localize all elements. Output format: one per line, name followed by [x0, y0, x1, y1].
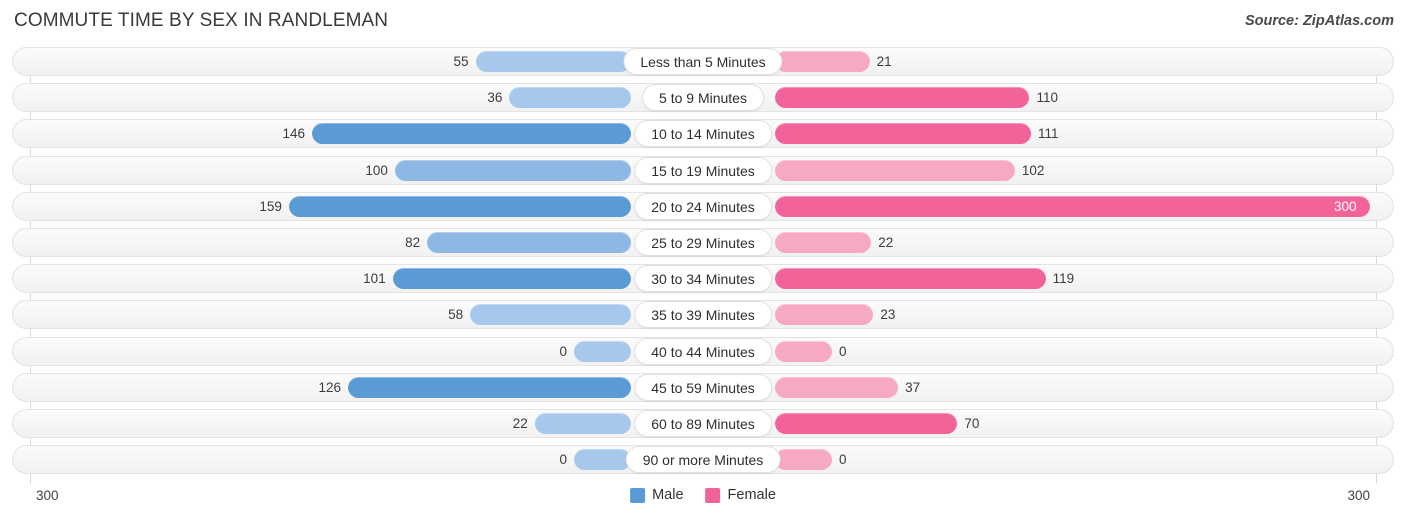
chart-header: COMMUTE TIME BY SEX IN RANDLEMAN Source:…: [0, 0, 1406, 44]
value-label-male: 100: [365, 162, 388, 178]
bar-male: [348, 376, 631, 398]
category-label: 60 to 89 Minutes: [634, 409, 772, 437]
value-label-male: 82: [405, 234, 421, 250]
category-label: 10 to 14 Minutes: [634, 120, 772, 148]
table-row: 82 22 25 to 29 Minutes: [0, 225, 1406, 261]
table-row: 126 37 45 to 59 Minutes: [0, 370, 1406, 406]
value-label-female: 102: [1021, 162, 1045, 178]
legend-swatch-icon: [705, 487, 721, 503]
table-row: 55 21 Less than 5 Minutes: [0, 44, 1406, 80]
value-label-female: 37: [905, 379, 921, 395]
category-label: 40 to 44 Minutes: [634, 337, 772, 365]
bar-female: [775, 123, 1032, 145]
bar-male: [288, 195, 631, 217]
bar-male: [470, 304, 631, 326]
value-label-female: 0: [839, 343, 847, 359]
table-row: 146 111 10 to 14 Minutes: [0, 116, 1406, 152]
bar-female: [775, 51, 870, 72]
axis-max-right: 300: [1347, 488, 1370, 503]
bar-male: [394, 159, 631, 181]
value-label-female: 21: [876, 54, 892, 69]
table-row: 36 110 5 to 9 Minutes: [0, 80, 1406, 116]
axis-max-left: 300: [36, 488, 59, 503]
value-label-male: 22: [512, 415, 528, 431]
bar-female: [775, 87, 1030, 109]
value-label-female: 119: [1052, 271, 1075, 287]
bar-male: [311, 123, 631, 145]
legend-swatch-icon: [630, 487, 646, 503]
bar-rows-container: 55 21 Less than 5 Minutes 36 110 5 to 9 Minut…: [0, 44, 1406, 478]
value-label-male: 0: [559, 452, 567, 468]
chart-legend: Male Female: [630, 487, 776, 503]
table-row: 58 23 35 to 39 Minutes: [0, 297, 1406, 333]
table-row: 22 70 60 to 89 Minutes: [0, 406, 1406, 442]
value-label-female: 0: [839, 452, 847, 468]
bar-male: [534, 412, 631, 434]
legend-label: Male: [652, 487, 684, 503]
value-label-male: 36: [487, 90, 503, 106]
value-label-male: 126: [318, 379, 342, 395]
category-label: 25 to 29 Minutes: [634, 228, 772, 256]
value-label-male: 0: [559, 343, 567, 359]
bar-male: [427, 231, 631, 253]
category-label: 30 to 34 Minutes: [634, 265, 772, 293]
value-label-male: 146: [282, 126, 305, 142]
category-label: 15 to 19 Minutes: [634, 156, 772, 184]
category-label: 5 to 9 Minutes: [642, 84, 764, 112]
bar-female: [775, 195, 1370, 217]
value-label-male: 101: [363, 271, 386, 287]
table-row: 0 0 40 to 44 Minutes: [0, 334, 1406, 370]
bar-female: [775, 159, 1015, 181]
category-label: 90 or more Minutes: [625, 446, 781, 474]
value-label-male: 159: [259, 198, 282, 214]
legend-item[interactable]: Female: [705, 487, 776, 503]
value-label-female: 300: [1334, 198, 1357, 214]
category-label: 45 to 59 Minutes: [634, 373, 772, 401]
table-row: 159 300 20 to 24 Minutes: [0, 189, 1406, 225]
page-title: COMMUTE TIME BY SEX IN RANDLEMAN: [14, 10, 389, 31]
bar-male: [574, 449, 631, 471]
table-row: 0 0 90 or more Minutes: [0, 442, 1406, 478]
value-label-male: 58: [448, 307, 464, 323]
legend-label: Female: [727, 487, 776, 503]
bar-female: [775, 231, 872, 253]
category-label: Less than 5 Minutes: [623, 48, 783, 75]
bar-male: [392, 268, 631, 290]
bar-female: [775, 340, 832, 362]
value-label-female: 23: [880, 307, 896, 323]
category-label: 35 to 39 Minutes: [634, 301, 772, 329]
bar-male: [574, 340, 631, 362]
bar-female: [775, 304, 874, 326]
table-row: 101 119 30 to 34 Minutes: [0, 261, 1406, 297]
source-attribution: Source: ZipAtlas.com: [1244, 13, 1394, 29]
bar-female: [775, 412, 958, 434]
legend-item[interactable]: Male: [630, 487, 684, 503]
value-label-male: 55: [453, 54, 469, 69]
bar-male: [475, 51, 631, 72]
bar-female: [775, 268, 1046, 290]
chart-plot-area: 55 21 Less than 5 Minutes 36 110 5 to 9 Minut…: [0, 44, 1406, 484]
table-row: 100 102 15 to 19 Minutes: [0, 153, 1406, 189]
category-label: 20 to 24 Minutes: [634, 192, 772, 220]
value-label-female: 110: [1036, 90, 1058, 106]
bar-female: [775, 376, 899, 398]
chart-footer: 300 300 Male Female: [0, 484, 1406, 523]
bar-male: [509, 87, 631, 109]
value-label-female: 22: [878, 234, 894, 250]
value-label-female: 111: [1038, 126, 1059, 142]
bar-female: [775, 449, 832, 471]
value-label-female: 70: [964, 415, 980, 431]
